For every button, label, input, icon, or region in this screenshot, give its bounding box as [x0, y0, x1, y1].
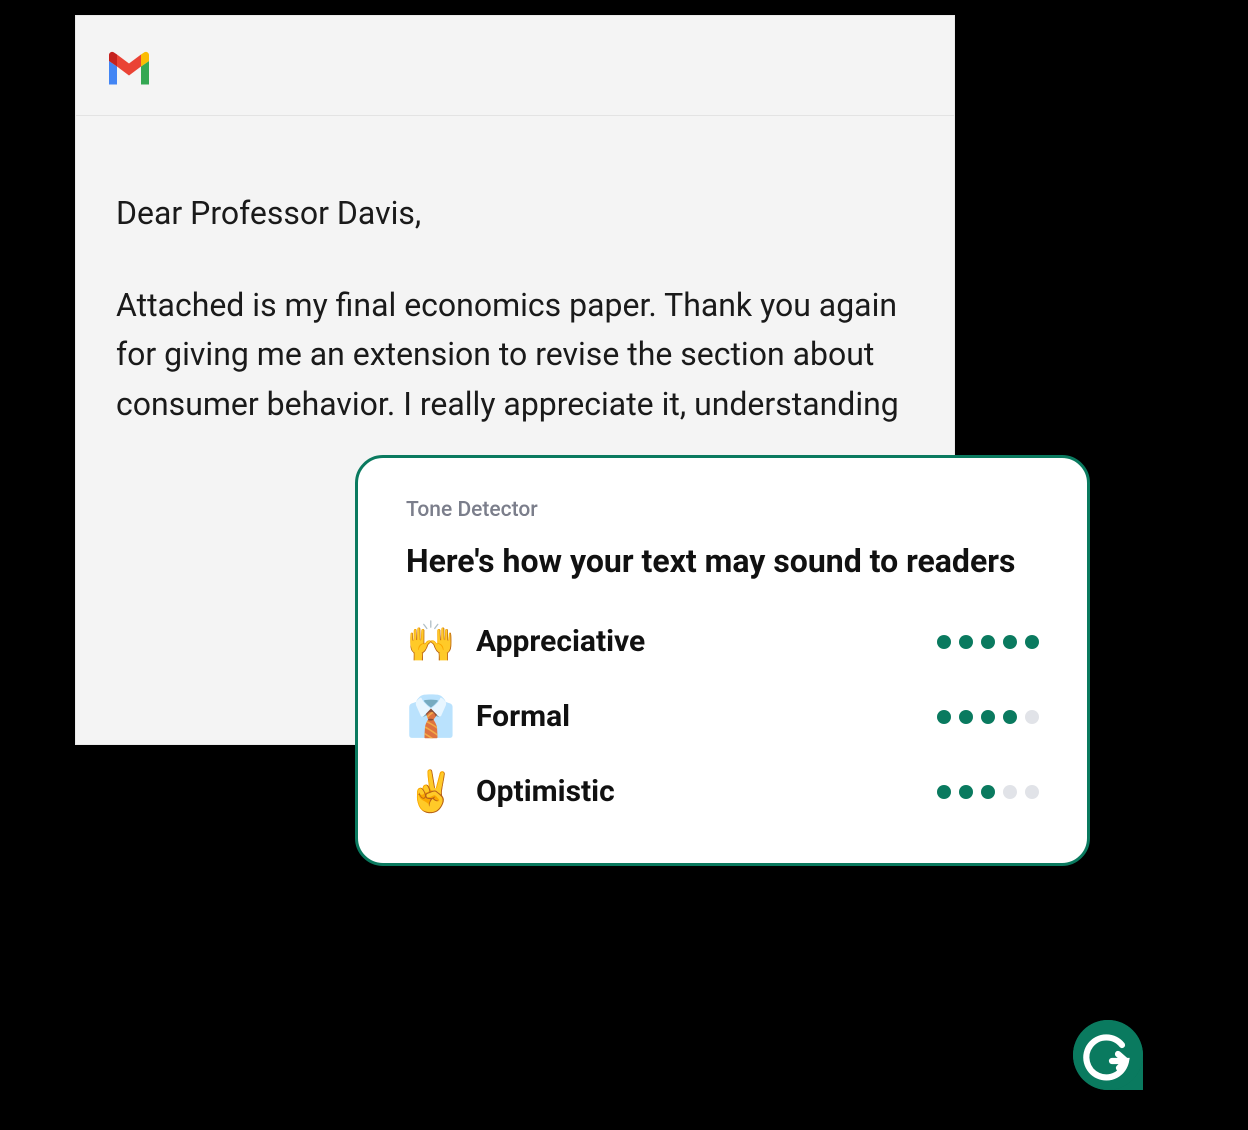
score-dot [1003, 785, 1017, 799]
tone-score-dots [937, 710, 1039, 724]
score-dot [937, 710, 951, 724]
tone-name: Optimistic [476, 774, 937, 809]
email-body[interactable]: Dear Professor Davis, Attached is my fin… [76, 116, 954, 470]
tone-item: 👔 Formal [406, 693, 1039, 740]
tone-item: ✌️ Optimistic [406, 768, 1039, 815]
email-salutation: Dear Professor Davis, [116, 191, 914, 236]
tone-detector-label: Tone Detector [406, 498, 1039, 522]
score-dot [959, 785, 973, 799]
email-header [76, 16, 954, 116]
score-dot [1025, 635, 1039, 649]
tone-score-dots [937, 635, 1039, 649]
score-dot [1003, 710, 1017, 724]
score-dot [981, 710, 995, 724]
score-dot [1025, 785, 1039, 799]
score-dot [1025, 710, 1039, 724]
raised-hands-icon: 🙌 [406, 618, 466, 665]
score-dot [1003, 635, 1017, 649]
tone-item: 🙌 Appreciative [406, 618, 1039, 665]
score-dot [937, 635, 951, 649]
shirt-icon: 👔 [406, 693, 466, 740]
score-dot [959, 635, 973, 649]
tone-name: Formal [476, 699, 937, 734]
email-paragraph: Attached is my final economics paper. Th… [116, 281, 914, 430]
grammarly-badge-icon[interactable] [1073, 1020, 1143, 1090]
score-dot [981, 785, 995, 799]
victory-hand-icon: ✌️ [406, 768, 466, 815]
tone-detector-heading: Here's how your text may sound to reader… [406, 540, 1039, 583]
score-dot [981, 635, 995, 649]
score-dot [937, 785, 951, 799]
gmail-logo-icon [106, 51, 152, 85]
score-dot [959, 710, 973, 724]
tone-score-dots [937, 785, 1039, 799]
tone-name: Appreciative [476, 624, 937, 659]
tone-detector-card[interactable]: Tone Detector Here's how your text may s… [355, 455, 1090, 866]
